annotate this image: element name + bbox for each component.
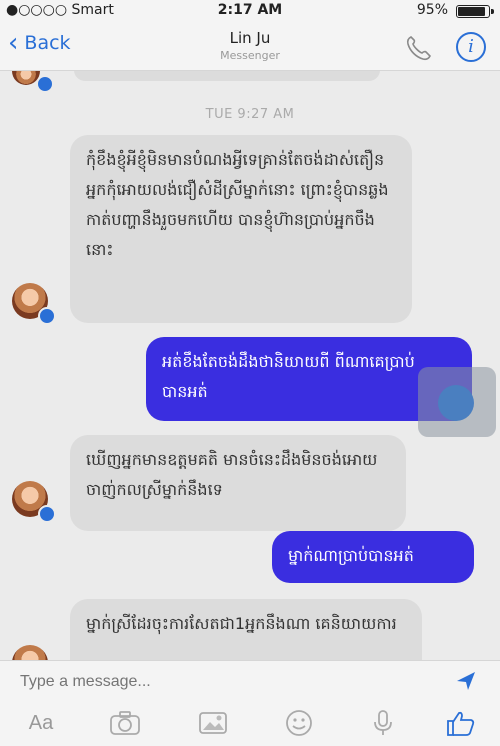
camera-icon[interactable] — [108, 708, 142, 738]
emoji-icon[interactable] — [282, 708, 316, 738]
message-bubble-incoming[interactable]: ម្នាក់ស្រីដែរចុះការសែតជា1អ្នកនឹងណា គេនិយ… — [70, 599, 422, 660]
nav-bar: ‹ Back Lin Ju Messenger i — [0, 24, 500, 71]
phone-icon[interactable] — [404, 34, 434, 62]
text-format-icon[interactable]: Aa — [24, 708, 58, 738]
message-text: ឃើញអ្នកមានឧត្តមគតិ មានចំនេះដឹងមិនចង់អោយច… — [86, 450, 378, 499]
gallery-icon[interactable] — [196, 708, 230, 738]
messenger-badge-icon — [38, 307, 56, 325]
send-icon[interactable] — [454, 669, 478, 693]
message-text: អត់ខឹងតែចង់ដឹងថានិយាយពី ពីណាគេប្រាប់បានអ… — [162, 352, 415, 401]
chat-head-icon — [438, 385, 474, 421]
status-bar: ●○○○○ Smart 2:17 AM 95% — [0, 0, 500, 24]
info-icon[interactable]: i — [456, 32, 486, 62]
battery-icon — [456, 5, 494, 18]
chat-head-overlay[interactable] — [418, 367, 496, 437]
message-text: ម្នាក់ណាប្រាប់បានអត់ — [288, 546, 414, 565]
microphone-icon[interactable] — [366, 708, 400, 738]
message-bubble-partial — [74, 71, 380, 81]
messenger-badge-icon — [36, 75, 54, 93]
like-icon[interactable] — [444, 708, 478, 738]
message-input[interactable] — [18, 669, 422, 695]
message-bubble-outgoing[interactable]: ម្នាក់ណាប្រាប់បានអត់ — [272, 531, 474, 583]
message-composer — [0, 660, 500, 701]
conversation-view[interactable]: TUE 9:27 AM កុំខឹងខ្ញុំអីខ្ញុំមិនមានបំណង… — [0, 71, 500, 660]
battery-fill — [458, 7, 485, 16]
message-bubble-incoming[interactable]: កុំខឹងខ្ញុំអីខ្ញុំមិនមានបំណងអ្វីទេគ្រាន់… — [70, 135, 412, 323]
avatar — [12, 645, 48, 660]
timestamp: TUE 9:27 AM — [205, 107, 295, 122]
battery-percent: 95% — [416, 2, 448, 18]
message-bubble-incoming[interactable]: ឃើញអ្នកមានឧត្តមគតិ មានចំនេះដឹងមិនចង់អោយច… — [70, 435, 406, 531]
composer-toolbar: Aa — [0, 700, 500, 746]
message-text: កុំខឹងខ្ញុំអីខ្ញុំមិនមានបំណងអ្វីទេគ្រាន់… — [86, 150, 389, 259]
message-text: ម្នាក់ស្រីដែរចុះការសែតជា1អ្នកនឹងណា គេនិយ… — [86, 614, 397, 633]
messenger-badge-icon — [38, 505, 56, 523]
